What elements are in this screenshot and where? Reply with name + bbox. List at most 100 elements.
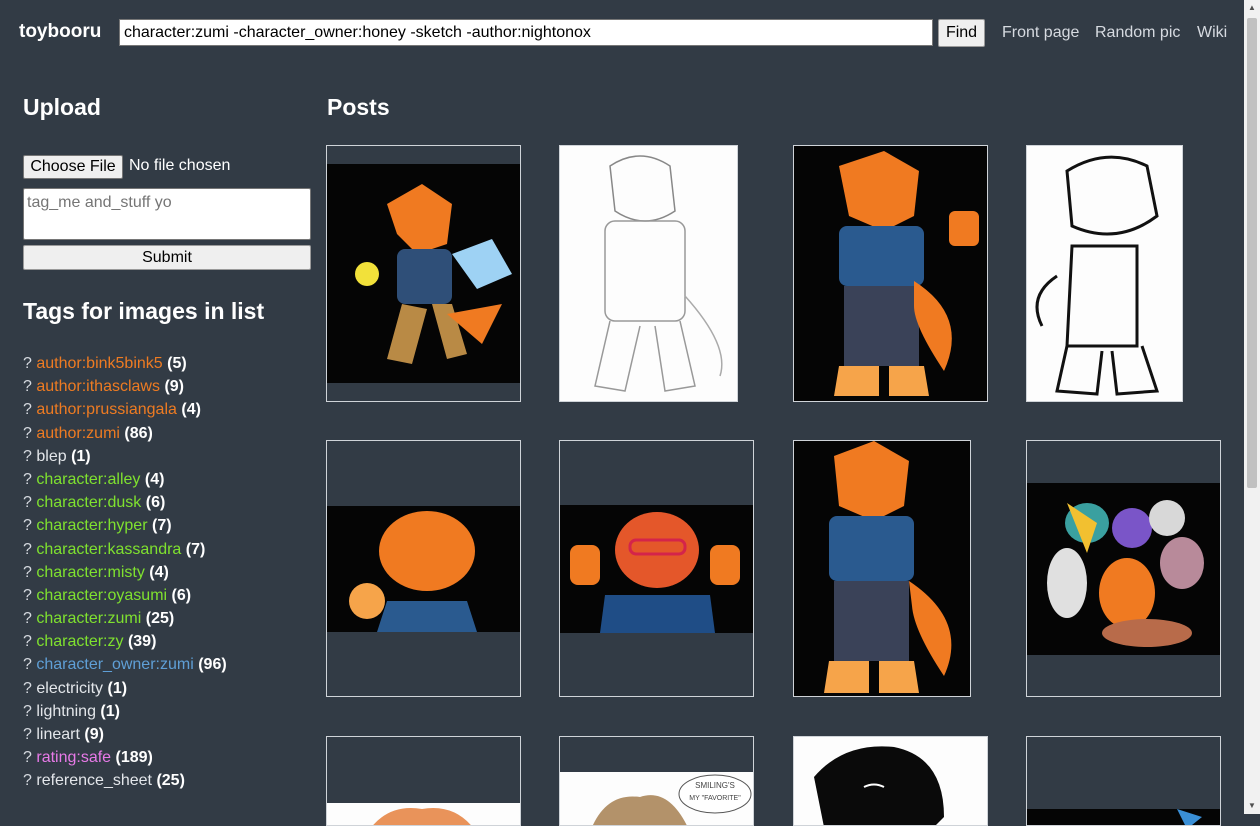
character-art-icon bbox=[570, 512, 740, 633]
tag-help-link[interactable]: ? bbox=[23, 448, 32, 465]
tag-link[interactable]: character:dusk bbox=[36, 494, 141, 511]
tag-help-link[interactable]: ? bbox=[23, 401, 32, 418]
submit-button[interactable]: Submit bbox=[23, 245, 311, 270]
post-thumbnail[interactable] bbox=[326, 145, 521, 402]
post-thumbnail[interactable] bbox=[1026, 736, 1221, 826]
post-image[interactable] bbox=[794, 146, 987, 401]
tag-link[interactable]: reference_sheet bbox=[36, 772, 152, 789]
tag-link[interactable]: character_owner:zumi bbox=[36, 656, 193, 673]
post-image[interactable]: SMILING'S MY "FAVORITE" bbox=[560, 772, 753, 825]
top-bar: toybooru Find Front page Random pic Wiki bbox=[0, 0, 1244, 66]
tag-count: (4) bbox=[149, 563, 169, 581]
tag-help-link[interactable]: ? bbox=[23, 517, 32, 534]
scroll-thumb[interactable] bbox=[1247, 18, 1257, 488]
tag-link[interactable]: character:zy bbox=[36, 633, 123, 650]
tag-help-link[interactable]: ? bbox=[23, 680, 32, 697]
tag-help-link[interactable]: ? bbox=[23, 564, 32, 581]
tag-help-link[interactable]: ? bbox=[23, 471, 32, 488]
tag-link[interactable]: character:alley bbox=[36, 471, 140, 488]
post-image[interactable] bbox=[1027, 483, 1220, 655]
scroll-down-arrow-icon[interactable]: ▼ bbox=[1244, 798, 1260, 814]
post-thumbnail[interactable] bbox=[559, 145, 738, 402]
post-image[interactable] bbox=[560, 505, 753, 633]
tag-link[interactable]: author:bink5bink5 bbox=[36, 355, 162, 372]
post-thumbnail[interactable] bbox=[559, 440, 754, 697]
tag-list-item: ? character:misty (4) bbox=[23, 561, 227, 584]
nav-front-page[interactable]: Front page bbox=[1002, 24, 1079, 42]
character-art-icon bbox=[355, 184, 512, 364]
nav-random-pic[interactable]: Random pic bbox=[1095, 24, 1180, 42]
post-image[interactable] bbox=[327, 164, 520, 383]
post-thumbnail[interactable] bbox=[326, 440, 521, 697]
tag-count: (86) bbox=[124, 424, 153, 442]
tag-help-link[interactable]: ? bbox=[23, 541, 32, 558]
no-file-label: No file chosen bbox=[129, 157, 231, 174]
tag-link[interactable]: electricity bbox=[36, 680, 103, 697]
post-thumbnail[interactable] bbox=[1026, 145, 1183, 402]
post-thumbnail[interactable] bbox=[793, 145, 988, 402]
speech-balloon-line-2: MY "FAVORITE" bbox=[689, 795, 741, 802]
tag-help-link[interactable]: ? bbox=[23, 425, 32, 442]
tag-help-link[interactable]: ? bbox=[23, 633, 32, 650]
choose-file-button[interactable]: Choose File bbox=[23, 155, 123, 179]
tag-list-item: ? author:zumi (86) bbox=[23, 422, 227, 445]
tag-count: (4) bbox=[181, 401, 201, 419]
post-image[interactable] bbox=[794, 737, 987, 825]
post-thumbnail[interactable] bbox=[326, 736, 521, 826]
tag-link[interactable]: character:oyasumi bbox=[36, 587, 167, 604]
nav-wiki[interactable]: Wiki bbox=[1197, 24, 1227, 42]
upload-heading: Upload bbox=[23, 94, 101, 120]
post-thumbnail[interactable] bbox=[1026, 440, 1221, 697]
tag-link[interactable]: author:ithasclaws bbox=[36, 378, 160, 395]
page-scrollbar[interactable]: ▲ ▼ bbox=[1244, 0, 1260, 814]
site-logo[interactable]: toybooru bbox=[19, 21, 101, 43]
post-image[interactable] bbox=[1027, 146, 1182, 401]
tag-link[interactable]: blep bbox=[36, 448, 66, 465]
tag-help-link[interactable]: ? bbox=[23, 703, 32, 720]
post-image[interactable] bbox=[560, 146, 737, 401]
post-image[interactable] bbox=[327, 803, 520, 825]
tag-count: (6) bbox=[171, 586, 192, 604]
character-art-icon: SMILING'S MY "FAVORITE" bbox=[593, 774, 752, 825]
tag-help-link[interactable]: ? bbox=[23, 587, 32, 604]
find-button[interactable]: Find bbox=[938, 19, 985, 47]
tag-help-link[interactable]: ? bbox=[23, 726, 32, 743]
scroll-up-arrow-icon[interactable]: ▲ bbox=[1244, 0, 1260, 16]
tag-link[interactable]: lineart bbox=[36, 726, 80, 743]
tag-link[interactable]: lightning bbox=[36, 703, 96, 720]
tag-list-item: ? lineart (9) bbox=[23, 723, 227, 746]
post-image[interactable] bbox=[794, 441, 970, 696]
tag-link[interactable]: character:kassandra bbox=[36, 541, 181, 558]
tag-help-link[interactable]: ? bbox=[23, 749, 32, 766]
tag-count: (25) bbox=[145, 610, 175, 628]
character-art-icon bbox=[834, 151, 979, 396]
tag-link[interactable]: character:hyper bbox=[36, 517, 147, 534]
tag-count: (9) bbox=[164, 378, 184, 396]
tag-help-link[interactable]: ? bbox=[23, 378, 32, 395]
post-image[interactable] bbox=[1027, 809, 1220, 825]
tag-list-item: ? author:bink5bink5 (5) bbox=[23, 352, 227, 375]
post-thumbnail[interactable]: SMILING'S MY "FAVORITE" bbox=[559, 736, 754, 826]
tag-help-link[interactable]: ? bbox=[23, 772, 32, 789]
post-image[interactable] bbox=[327, 506, 520, 632]
tag-help-link[interactable]: ? bbox=[23, 494, 32, 511]
tag-count: (1) bbox=[100, 702, 120, 720]
tag-link[interactable]: character:misty bbox=[36, 564, 144, 581]
tag-link[interactable]: author:prussiangala bbox=[36, 401, 177, 418]
tag-help-link[interactable]: ? bbox=[23, 355, 32, 372]
tag-link[interactable]: rating:safe bbox=[36, 749, 111, 766]
post-thumbnail[interactable] bbox=[793, 736, 988, 826]
post-thumbnail[interactable] bbox=[793, 440, 971, 697]
tag-link[interactable]: author:zumi bbox=[36, 425, 120, 442]
tags-input[interactable] bbox=[23, 188, 311, 240]
tag-count: (25) bbox=[156, 772, 185, 790]
tag-link[interactable]: character:zumi bbox=[36, 610, 141, 627]
search-input[interactable] bbox=[119, 19, 933, 46]
character-art-icon bbox=[349, 511, 477, 632]
tag-list-item: ? electricity (1) bbox=[23, 677, 227, 700]
tag-count: (5) bbox=[167, 355, 187, 372]
tag-help-link[interactable]: ? bbox=[23, 656, 32, 673]
tag-help-link[interactable]: ? bbox=[23, 610, 32, 627]
tag-count: (6) bbox=[145, 494, 166, 512]
tag-count: (7) bbox=[151, 517, 172, 535]
